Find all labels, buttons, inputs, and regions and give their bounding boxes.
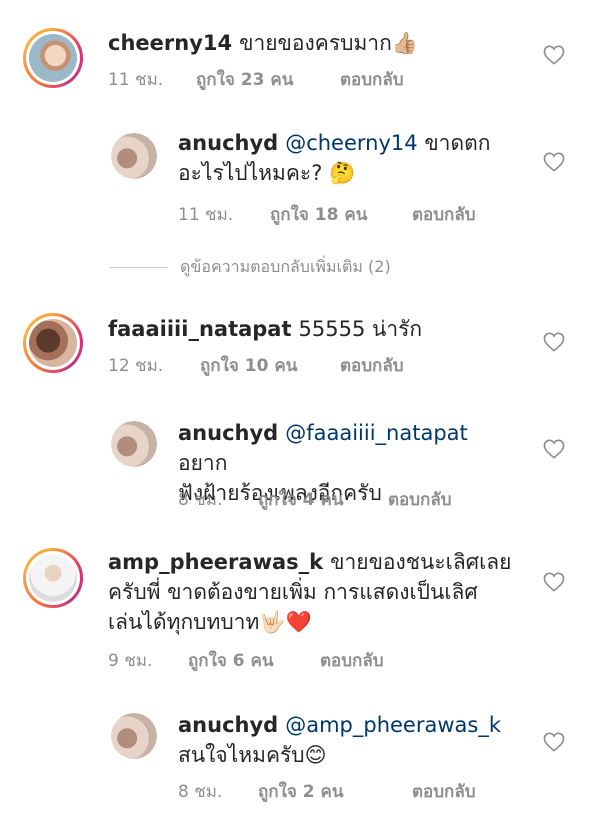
comment-time: 9 ชม.	[108, 651, 153, 671]
avatar[interactable]	[23, 313, 83, 373]
comment-username[interactable]: anuchyd	[178, 421, 278, 445]
reply-button[interactable]: ตอบกลับ	[340, 352, 404, 379]
like-count[interactable]: ถูกใจ 2 คน	[258, 778, 412, 805]
comment-body: ขาดตก	[424, 131, 491, 155]
comment-time: 8 ชม.	[178, 782, 223, 802]
comment-body: เล่นได้ทุกบทบาท🤟🏻❤️	[108, 610, 312, 634]
comment-username[interactable]: anuchyd	[178, 713, 278, 737]
comment-body: ขายของชนะเลิศเลย	[330, 550, 512, 574]
comment-text: anuchyd @amp_pheerawas_k สนใจไหมครับ😊	[178, 710, 518, 770]
like-count[interactable]: ถูกใจ 10 คน	[200, 352, 340, 379]
view-more-replies[interactable]: ดูข้อความตอบกลับเพิ่มเติม (2)	[110, 255, 391, 280]
heart-outline-icon[interactable]	[543, 732, 565, 752]
reply-button[interactable]: ตอบกลับ	[412, 201, 476, 228]
mention-link[interactable]: @faaaiiii_natapat	[285, 421, 468, 445]
comment-text: cheerny14 ขายของครบมาก👍🏼	[108, 28, 418, 58]
comment-body: อยาก	[178, 451, 228, 475]
heart-outline-icon[interactable]	[543, 332, 565, 352]
comment-time: 8 ชม.	[178, 490, 223, 510]
comments-screen: { "comments": [ { "username": "cheerny14…	[0, 0, 600, 834]
comment-body: อะไรไปไหมคะ? 🤔	[178, 161, 356, 185]
avatar[interactable]	[111, 421, 157, 467]
avatar[interactable]	[111, 713, 157, 759]
reply-button[interactable]: ตอบกลับ	[412, 778, 476, 805]
heart-outline-icon[interactable]	[543, 572, 565, 592]
comment-meta: 12 ชม. ถูกใจ 10 คน ตอบกลับ	[108, 352, 404, 379]
comment-body: ขายของครบมาก👍🏼	[239, 31, 418, 55]
comment-username[interactable]: cheerny14	[108, 31, 232, 55]
mention-link[interactable]: @amp_pheerawas_k	[285, 713, 501, 737]
divider	[110, 267, 168, 268]
comment-text: anuchyd @cheerny14 ขาดตกอะไรไปไหมคะ? 🤔	[178, 128, 518, 188]
reply-button[interactable]: ตอบกลับ	[388, 486, 452, 513]
comment-body: 55555 น่ารัก	[298, 317, 423, 341]
like-count[interactable]: ถูกใจ 18 คน	[270, 201, 412, 228]
comment-meta: 8 ชม. ถูกใจ 2 คน ตอบกลับ	[178, 778, 476, 805]
like-count[interactable]: ถูกใจ 23 คน	[196, 66, 340, 93]
comment-text: amp_pheerawas_k ขายของชนะเลิศเลยครับพี่ ข…	[108, 547, 528, 637]
avatar[interactable]	[23, 28, 83, 88]
comment-username[interactable]: anuchyd	[178, 131, 278, 155]
comment-body: ครับพี่ ขาดต้องขายเพิ่ม การแสดงเป็นเลิศ	[108, 580, 478, 604]
like-count[interactable]: ถูกใจ 4 คน	[258, 486, 388, 513]
avatar[interactable]	[111, 133, 157, 179]
heart-outline-icon[interactable]	[543, 439, 565, 459]
comment-meta: 11 ชม. ถูกใจ 23 คน ตอบกลับ	[108, 66, 404, 93]
comment-text: faaaiiii_natapat 55555 น่ารัก	[108, 314, 422, 344]
comment-meta: 11 ชม. ถูกใจ 18 คน ตอบกลับ	[178, 201, 476, 228]
comment-username[interactable]: faaaiiii_natapat	[108, 317, 292, 341]
comment-meta: 8 ชม. ถูกใจ 4 คน ตอบกลับ	[178, 486, 452, 513]
heart-outline-icon[interactable]	[543, 152, 565, 172]
comment-username[interactable]: amp_pheerawas_k	[108, 550, 323, 574]
mention-link[interactable]: @cheerny14	[285, 131, 417, 155]
reply-button[interactable]: ตอบกลับ	[340, 66, 404, 93]
heart-outline-icon[interactable]	[543, 45, 565, 65]
comment-time: 12 ชม.	[108, 356, 164, 376]
comment-meta: 9 ชม. ถูกใจ 6 คน ตอบกลับ	[108, 647, 384, 674]
comment-body: สนใจไหมครับ😊	[178, 743, 327, 767]
avatar[interactable]	[23, 548, 83, 608]
like-count[interactable]: ถูกใจ 6 คน	[188, 647, 320, 674]
view-more-replies-label[interactable]: ดูข้อความตอบกลับเพิ่มเติม (2)	[180, 255, 391, 280]
comment-time: 11 ชม.	[108, 70, 164, 90]
reply-button[interactable]: ตอบกลับ	[320, 647, 384, 674]
comment-time: 11 ชม.	[178, 205, 234, 225]
